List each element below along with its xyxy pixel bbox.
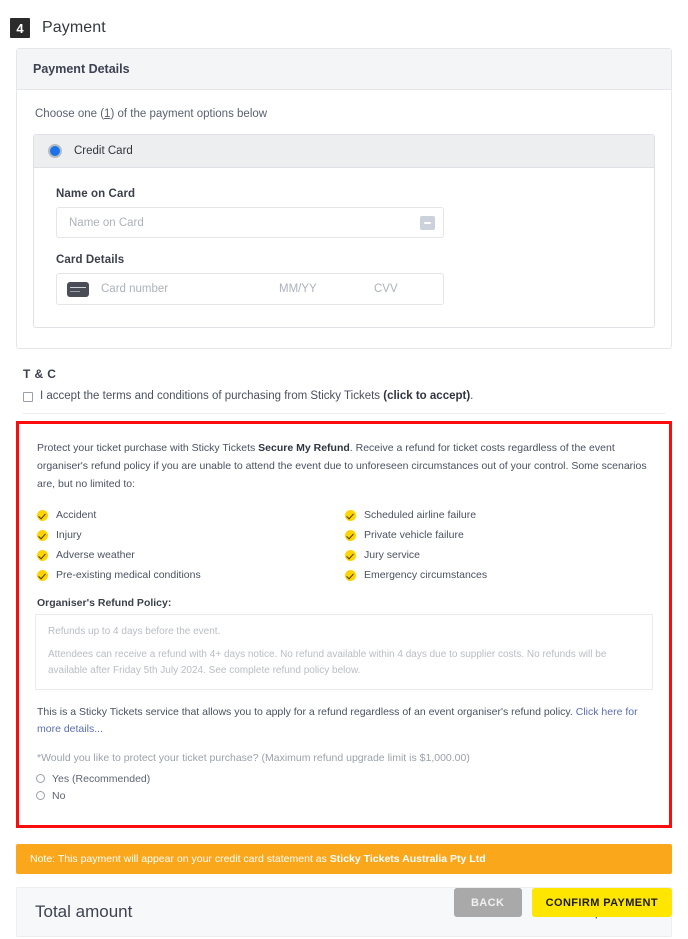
list-item: Scheduled airline failure: [345, 505, 653, 525]
scenarios-column-left: Accident Injury Adverse weather Pre-exis…: [37, 505, 345, 585]
choose-option-instruction: Choose one (1) of the payment options be…: [35, 108, 655, 120]
list-item: Accident: [37, 505, 345, 525]
statement-note-bar: Note: This payment will appear on your c…: [16, 843, 672, 874]
scenarios-column-right: Scheduled airline failure Private vehicl…: [345, 505, 653, 585]
refund-policy-line-1: Refunds up to 4 days before the event.: [48, 626, 221, 638]
scenario-label: Emergency circumstances: [364, 569, 488, 582]
scenarios-list: Accident Injury Adverse weather Pre-exis…: [37, 505, 653, 585]
protect-purchase-question: *Would you like to protect your ticket p…: [37, 752, 653, 764]
name-on-card-placeholder: Name on Card: [69, 216, 144, 229]
list-item: Adverse weather: [37, 545, 345, 565]
scenario-label: Jury service: [364, 549, 421, 562]
card-cvv-placeholder[interactable]: CVV: [374, 283, 398, 295]
name-on-card-label: Name on Card: [56, 188, 136, 200]
step-number-badge: 4: [10, 18, 30, 38]
step-header: 4 Payment: [0, 0, 688, 48]
radio-no[interactable]: [36, 791, 45, 801]
organiser-refund-policy-label: Organiser's Refund Policy:: [37, 597, 172, 610]
radio-yes[interactable]: [36, 774, 45, 784]
terms-text-main: I accept the terms and conditions of pur…: [40, 390, 384, 402]
credit-card-option-label: Credit Card: [74, 145, 133, 157]
scenario-label: Adverse weather: [56, 549, 135, 562]
radio-credit-card[interactable]: [48, 144, 62, 158]
terms-divider: [23, 413, 665, 414]
panel-body: Choose one (1) of the payment options be…: [17, 90, 671, 348]
terms-checkbox[interactable]: [23, 392, 33, 402]
check-icon: [37, 549, 48, 561]
back-button[interactable]: BACK: [453, 888, 522, 917]
radio-option-yes[interactable]: Yes (Recommended): [36, 773, 653, 785]
list-item: Jury service: [345, 545, 653, 565]
credit-card-form: Name on Card Name on Card Card Details C…: [34, 168, 654, 327]
note-merchant-name: Sticky Tickets Australia Pty Ltd: [329, 852, 486, 865]
terms-title: T & C: [23, 367, 57, 381]
card-details-input-group[interactable]: Card number MM/YY CVV: [56, 273, 444, 305]
protect-question-note: (Maximum refund upgrade limit is $1,000.…: [258, 751, 470, 764]
check-icon: [345, 509, 356, 521]
terms-accept-row[interactable]: I accept the terms and conditions of pur…: [23, 390, 688, 402]
list-item: Pre-existing medical conditions: [37, 565, 345, 585]
terms-period: .: [470, 390, 474, 402]
total-amount-label: Total amount: [35, 901, 133, 921]
terms-text: I accept the terms and conditions of pur…: [40, 390, 473, 402]
check-icon: [37, 529, 48, 541]
credit-card-option-block: Credit Card Name on Card Name on Card Ca…: [33, 134, 655, 328]
radio-no-label: No: [52, 789, 66, 802]
panel-header: Payment Details: [17, 49, 671, 90]
scenario-label: Private vehicle failure: [364, 529, 464, 542]
card-expiry-placeholder[interactable]: MM/YY: [279, 283, 374, 295]
radio-yes-label: Yes (Recommended): [52, 772, 151, 785]
promo-intro-bold: Secure My Refund: [258, 442, 350, 454]
card-number-placeholder[interactable]: Card number: [101, 283, 279, 295]
refund-policy-line-2: Attendees can receive a refund with 4+ d…: [48, 649, 607, 677]
credit-card-icon: [67, 281, 89, 297]
check-icon: [37, 569, 48, 581]
scenario-label: Injury: [56, 529, 82, 542]
payment-page: 4 Payment Payment Details Choose one (1)…: [0, 0, 688, 939]
page-title: Payment: [42, 19, 106, 36]
protect-question-bold: *Would you like to protect your ticket p…: [37, 751, 259, 764]
choose-suffix: ) of the payment options below: [110, 108, 268, 120]
list-item: Private vehicle failure: [345, 525, 653, 545]
organiser-refund-policy-box: Refunds up to 4 days before the event. A…: [35, 614, 653, 691]
credit-card-option-header[interactable]: Credit Card: [34, 135, 654, 168]
promo-service-text: This is a Sticky Tickets service that al…: [37, 704, 653, 738]
promo-service-main: This is a Sticky Tickets service that al…: [37, 706, 576, 719]
choose-prefix: Choose one (: [35, 108, 105, 120]
note-text: Note: This payment will appear on your c…: [30, 852, 330, 865]
terms-click-to-accept[interactable]: (click to accept): [383, 390, 470, 402]
list-item: Injury: [37, 525, 345, 545]
autofill-icon[interactable]: [420, 215, 435, 230]
scenario-label: Scheduled airline failure: [364, 509, 477, 522]
payment-details-panel: Payment Details Choose one (1) of the pa…: [16, 48, 672, 349]
check-icon: [345, 529, 356, 541]
name-on-card-input[interactable]: Name on Card: [56, 207, 444, 238]
card-details-label: Card Details: [56, 254, 125, 266]
secure-my-refund-box: Protect your ticket purchase with Sticky…: [16, 421, 672, 828]
promo-intro: Protect your ticket purchase with Sticky…: [37, 439, 651, 493]
confirm-payment-button[interactable]: CONFIRM PAYMENT: [531, 888, 672, 917]
check-icon: [345, 549, 356, 561]
radio-option-no[interactable]: No: [36, 790, 653, 802]
scenario-label: Accident: [56, 509, 97, 522]
footer-actions: BACK CONFIRM PAYMENT: [453, 888, 672, 917]
promo-intro-1: Protect your ticket purchase with Sticky…: [37, 442, 259, 454]
check-icon: [345, 569, 356, 581]
scenario-label: Pre-existing medical conditions: [56, 569, 201, 582]
list-item: Emergency circumstances: [345, 565, 653, 585]
check-icon: [37, 509, 48, 521]
